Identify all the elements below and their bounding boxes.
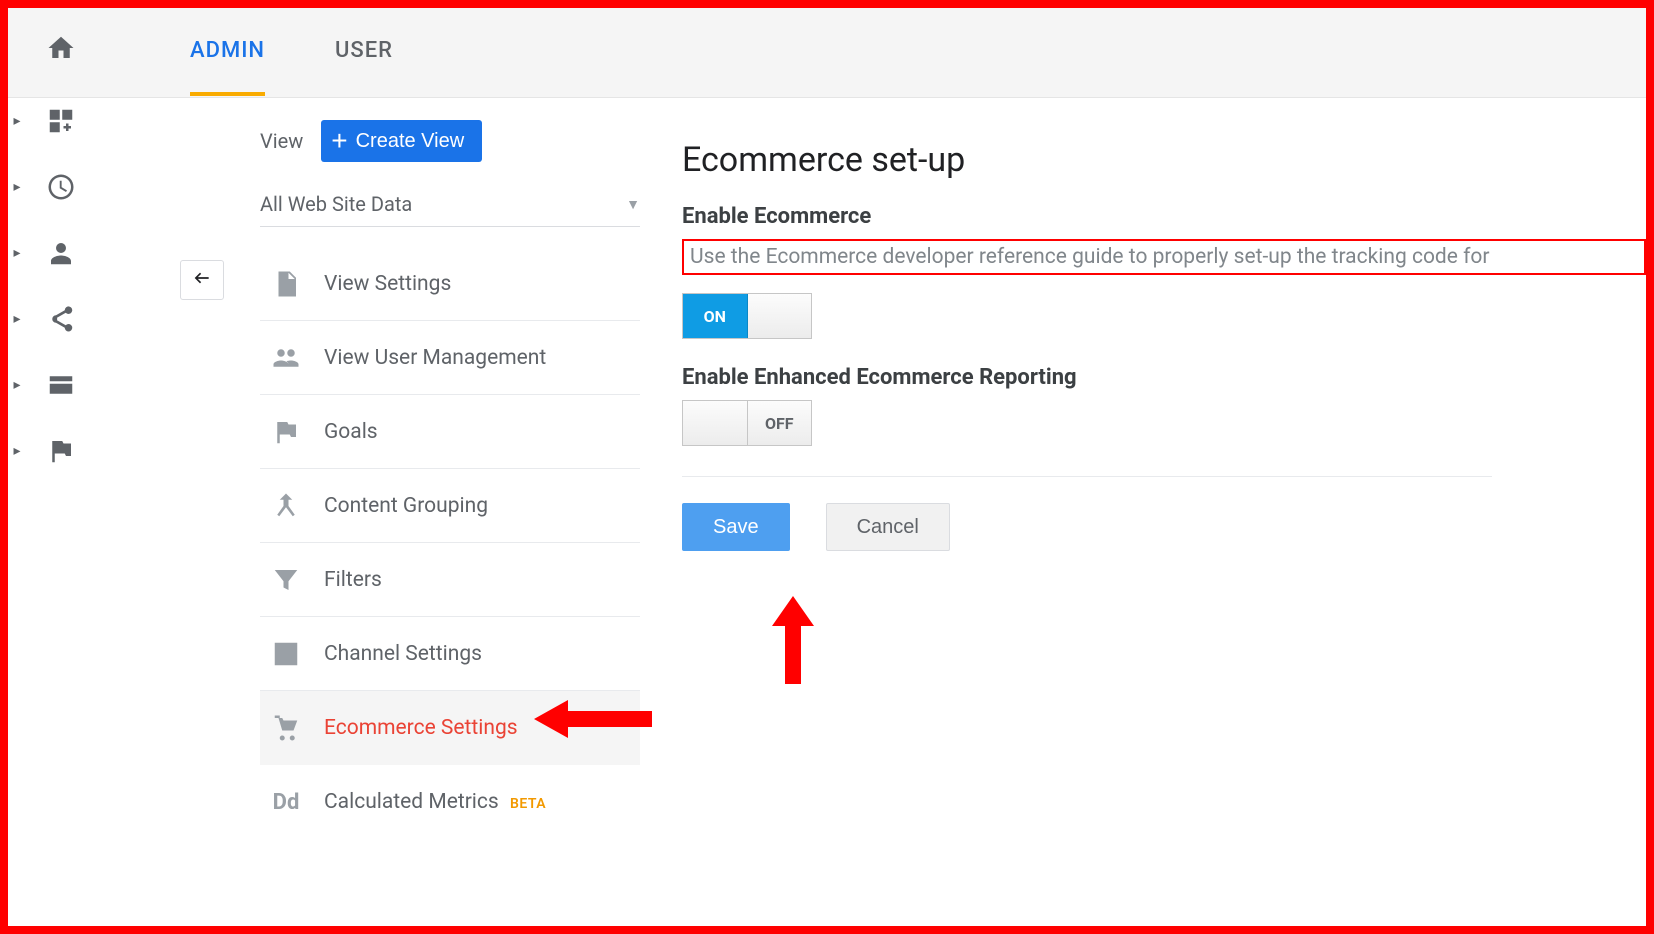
main-content: Ecommerce set-up Enable Ecommerce Use th… xyxy=(682,140,1646,551)
menu-filters[interactable]: Filters xyxy=(260,543,640,617)
grid-add-icon xyxy=(44,104,78,138)
flag-icon xyxy=(270,416,302,448)
toggle-off-segment-blank[interactable] xyxy=(748,294,812,338)
chevron-down-icon: ▼ xyxy=(626,196,640,213)
menu-channel-settings[interactable]: Channel Settings xyxy=(260,617,640,691)
enable-ecommerce-label: Enable Ecommerce xyxy=(682,204,1646,229)
share-icon xyxy=(44,302,78,336)
divider xyxy=(682,476,1492,477)
toggle-on-segment[interactable]: ON xyxy=(683,294,748,338)
view-label: View xyxy=(260,129,303,153)
card-icon xyxy=(44,368,78,402)
flag-icon xyxy=(44,434,78,468)
rail-behavior[interactable]: ▸ xyxy=(8,352,128,418)
save-button[interactable]: Save xyxy=(682,503,790,551)
menu-ecommerce-settings[interactable]: Ecommerce Settings xyxy=(260,691,640,765)
rail-realtime[interactable]: ▸ xyxy=(8,154,128,220)
view-select-value: All Web Site Data xyxy=(260,192,412,216)
enable-ecommerce-toggle[interactable]: ON xyxy=(682,293,812,339)
toggle-off-segment[interactable]: OFF xyxy=(748,401,812,445)
toggle-on-segment-blank[interactable] xyxy=(683,401,748,445)
tab-admin[interactable]: ADMIN xyxy=(190,8,265,96)
document-icon xyxy=(270,268,302,300)
menu-view-settings[interactable]: View Settings xyxy=(260,247,640,321)
view-column: View + Create View All Web Site Data ▼ V… xyxy=(180,120,640,839)
view-select-dropdown[interactable]: All Web Site Data ▼ xyxy=(260,182,640,227)
clock-icon xyxy=(44,170,78,204)
rail-conversions[interactable]: ▸ xyxy=(8,418,128,484)
tab-user[interactable]: USER xyxy=(335,8,393,96)
rail-home[interactable] xyxy=(8,8,128,88)
dd-icon: Dd xyxy=(270,786,302,818)
home-icon xyxy=(44,31,78,65)
enhanced-ecommerce-label: Enable Enhanced Ecommerce Reporting xyxy=(682,365,1646,390)
admin-user-tabs: ADMIN USER xyxy=(160,8,393,96)
view-menu: View Settings View User Management Goals… xyxy=(260,247,640,839)
enhanced-ecommerce-toggle[interactable]: OFF xyxy=(682,400,812,446)
menu-goals[interactable]: Goals xyxy=(260,395,640,469)
menu-content-grouping[interactable]: Content Grouping xyxy=(260,469,640,543)
create-view-label: Create View xyxy=(356,130,465,153)
beta-badge: BETA xyxy=(510,796,546,812)
cart-icon xyxy=(270,712,302,744)
merge-icon xyxy=(270,490,302,522)
left-nav-rail: ▸ ▸ ▸ ▸ ▸ ▸ xyxy=(8,8,128,926)
person-icon xyxy=(44,236,78,270)
create-view-button[interactable]: + Create View xyxy=(321,120,482,162)
plus-icon: + xyxy=(331,127,347,155)
cancel-button[interactable]: Cancel xyxy=(826,503,950,551)
transfer-icon xyxy=(270,638,302,670)
people-icon xyxy=(270,342,302,374)
rail-acquisition[interactable]: ▸ xyxy=(8,286,128,352)
menu-calculated-metrics[interactable]: Dd Calculated Metrics BETA xyxy=(260,765,640,839)
page-title: Ecommerce set-up xyxy=(682,140,1646,180)
help-text-highlighted: Use the Ecommerce developer reference gu… xyxy=(682,239,1646,275)
funnel-icon xyxy=(270,564,302,596)
rail-audience[interactable]: ▸ xyxy=(8,220,128,286)
menu-view-user-management[interactable]: View User Management xyxy=(260,321,640,395)
rail-dashboards[interactable]: ▸ xyxy=(8,88,128,154)
